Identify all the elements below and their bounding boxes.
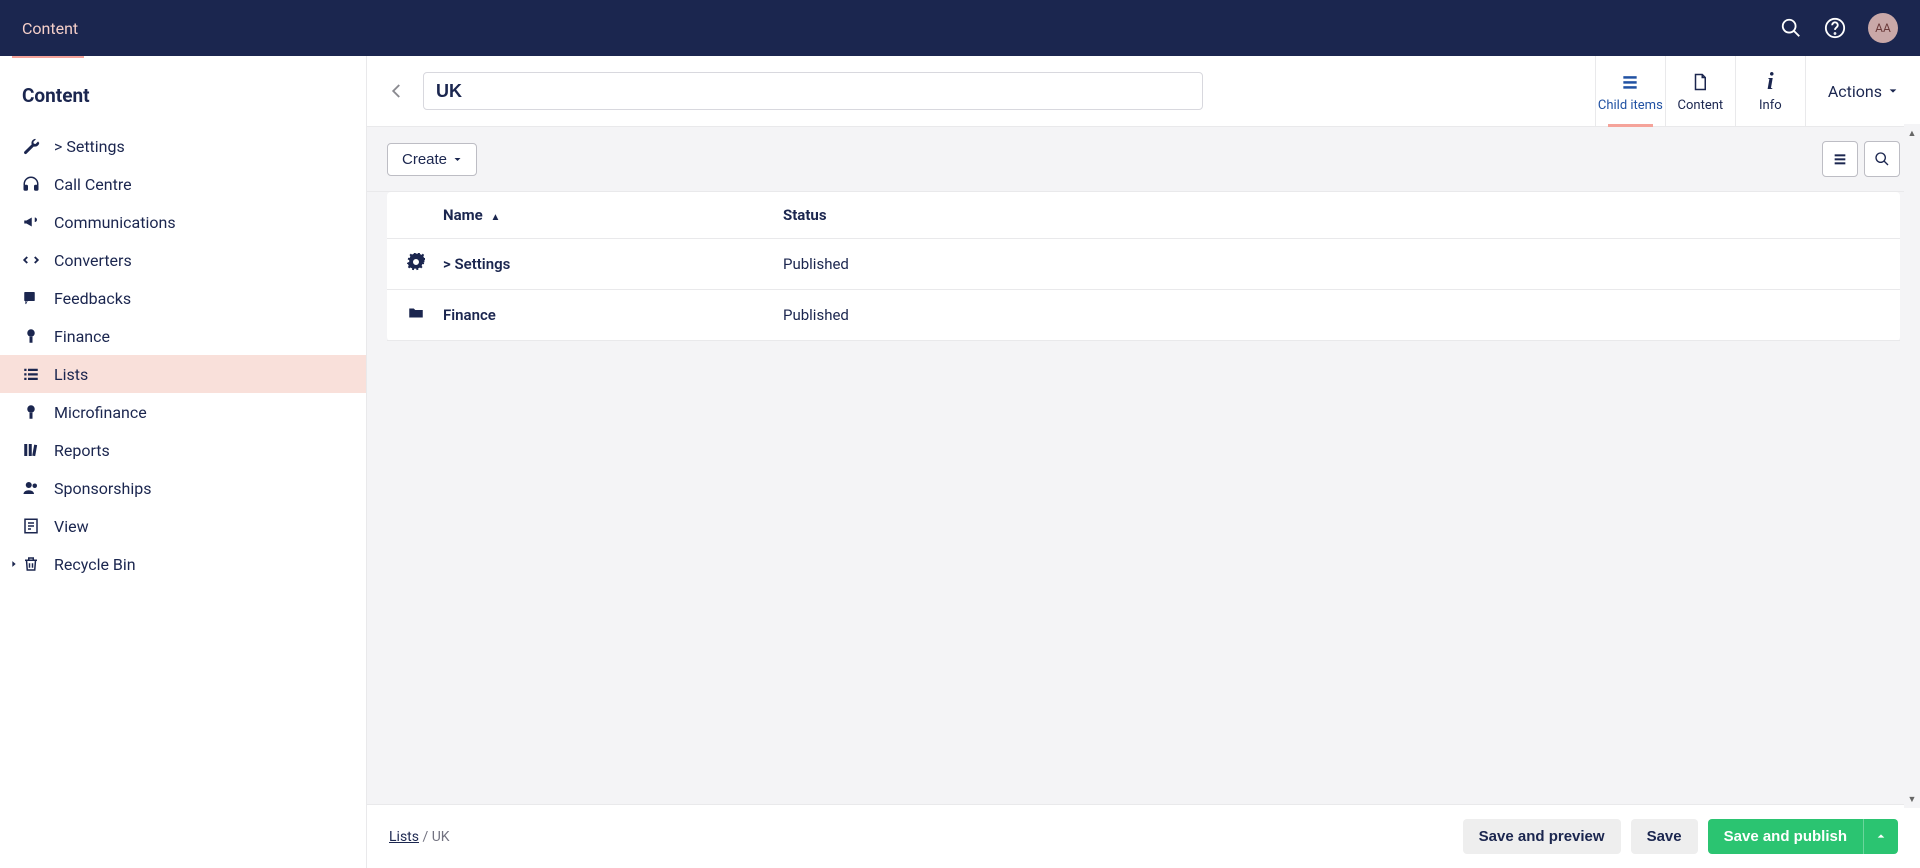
sidebar-item-lists[interactable]: Lists [0,355,366,393]
caret-down-icon [453,155,462,164]
folder-icon [407,304,443,326]
list-icon [1596,70,1665,94]
megaphone-icon [22,213,40,231]
save-button[interactable]: Save [1631,819,1698,854]
converters-icon [22,251,40,269]
sidebar-item-label: Converters [54,251,132,270]
headphones-icon [22,175,40,193]
sidebar-item-settings[interactable]: > Settings [0,127,366,165]
app-section-title[interactable]: Content [22,19,78,38]
users-icon [22,479,40,497]
breadcrumb-current: UK [432,829,450,845]
back-button[interactable] [387,81,407,101]
caret-up-icon [1876,831,1886,841]
tab-label: Content [1678,98,1724,113]
child-items-table: Name ▲ Status > Settings Published [387,192,1900,341]
sort-asc-icon: ▲ [490,212,500,223]
list-view-toggle[interactable] [1822,141,1858,177]
save-preview-button[interactable]: Save and preview [1463,819,1621,854]
row-name[interactable]: Finance [443,306,783,324]
sidebar-item-feedbacks[interactable]: Feedbacks [0,279,366,317]
avatar[interactable]: AA [1868,13,1898,43]
sidebar-item-label: Lists [54,365,88,384]
scroll-down-icon[interactable]: ▼ [1904,790,1920,808]
finance-icon [22,327,40,345]
table-row[interactable]: > Settings Published [387,239,1900,290]
sidebar: Content > Settings Call Centre Communica… [0,56,367,868]
sidebar-item-reports[interactable]: Reports [0,431,366,469]
sidebar-item-communications[interactable]: Communications [0,203,366,241]
sidebar-header: Content [0,84,366,127]
sidebar-item-label: > Settings [54,137,125,156]
sidebar-item-view[interactable]: View [0,507,366,545]
list-icon [1832,151,1848,167]
tab-label: Info [1759,98,1782,113]
sidebar-item-label: Microfinance [54,403,147,422]
top-bar: Content AA [0,0,1920,56]
sidebar-item-label: Finance [54,327,110,346]
node-title-input[interactable] [423,72,1203,110]
sidebar-item-label: Recycle Bin [54,555,136,574]
sidebar-item-label: View [54,517,89,536]
main-header: Child items Content i Info Actions [367,56,1920,127]
breadcrumb: Lists / UK [389,829,450,845]
sidebar-item-sponsorships[interactable]: Sponsorships [0,469,366,507]
finance-icon [22,403,40,421]
sidebar-item-converters[interactable]: Converters [0,241,366,279]
caret-right-icon[interactable] [6,559,22,569]
save-publish-caret[interactable] [1863,819,1898,854]
sidebar-item-label: Reports [54,441,110,460]
sidebar-item-finance[interactable]: Finance [0,317,366,355]
caret-down-icon [1888,86,1898,96]
tab-info[interactable]: i Info [1735,56,1805,126]
breadcrumb-parent[interactable]: Lists [389,829,419,845]
search-button[interactable] [1864,141,1900,177]
feedback-icon [22,289,40,307]
file-icon [1666,70,1735,94]
sidebar-item-label: Call Centre [54,175,132,194]
create-button[interactable]: Create [387,143,477,176]
sidebar-item-microfinance[interactable]: Microfinance [0,393,366,431]
row-status: Published [783,255,1880,273]
row-name[interactable]: > Settings [443,255,783,273]
table-row[interactable]: Finance Published [387,290,1900,341]
save-publish-button[interactable]: Save and publish [1708,819,1863,854]
trash-icon [22,555,40,573]
sidebar-item-label: Communications [54,213,176,232]
footer-bar: Lists / UK Save and preview Save Save an… [367,804,1920,868]
sidebar-item-label: Sponsorships [54,479,151,498]
gear-icon [407,253,443,275]
help-icon[interactable] [1824,17,1846,39]
tab-content[interactable]: Content [1665,56,1735,126]
sidebar-item-call-centre[interactable]: Call Centre [0,165,366,203]
column-header-status[interactable]: Status [783,206,1880,224]
tab-label: Child items [1598,98,1663,113]
list-icon [22,365,40,383]
info-icon: i [1736,70,1805,94]
column-header-name[interactable]: Name ▲ [443,206,783,224]
table-header: Name ▲ Status [387,192,1900,239]
search-icon [1874,151,1890,167]
toolbar: Create [367,127,1920,192]
actions-dropdown[interactable]: Actions [1805,56,1920,126]
sidebar-item-recycle-bin[interactable]: Recycle Bin [0,545,366,583]
row-status: Published [783,306,1880,324]
article-icon [22,517,40,535]
wrench-icon [22,137,40,155]
scrollbar[interactable]: ▲ ▼ [1904,124,1920,808]
sidebar-item-label: Feedbacks [54,289,131,308]
books-icon [22,441,40,459]
scroll-up-icon[interactable]: ▲ [1904,124,1920,142]
search-icon[interactable] [1780,17,1802,39]
tab-child-items[interactable]: Child items [1595,56,1665,126]
